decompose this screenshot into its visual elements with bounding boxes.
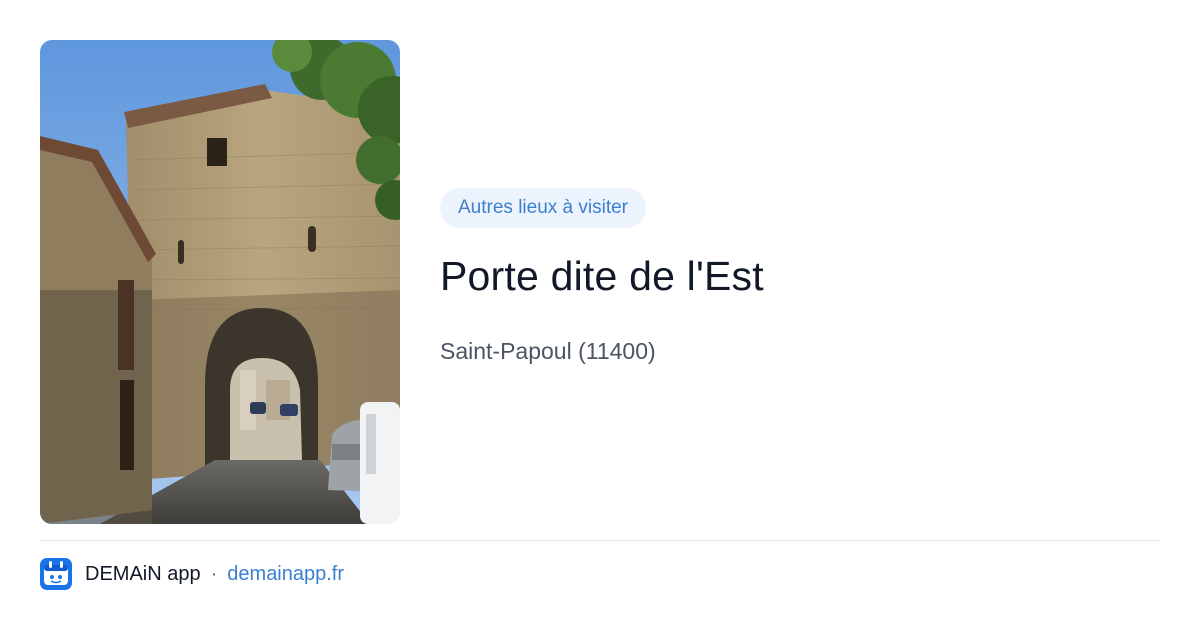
site-link[interactable]: demainapp.fr <box>227 563 344 586</box>
footer-divider <box>40 540 1160 541</box>
category-badge[interactable]: Autres lieux à visiter <box>440 188 647 228</box>
place-title: Porte dite de l'Est <box>440 253 764 299</box>
footer: DEMAiN app · demainapp.fr <box>40 558 344 590</box>
footer-separator: · <box>210 562 218 585</box>
place-location: Saint-Papoul (11400) <box>440 338 656 364</box>
place-photo <box>40 40 400 524</box>
demain-logo-icon <box>40 558 72 590</box>
place-info: Autres lieux à visiter Porte dite de l'E… <box>440 188 1160 366</box>
share-card: Autres lieux à visiter Porte dite de l'E… <box>0 0 1200 630</box>
brand-name: DEMAiN app <box>85 562 201 585</box>
